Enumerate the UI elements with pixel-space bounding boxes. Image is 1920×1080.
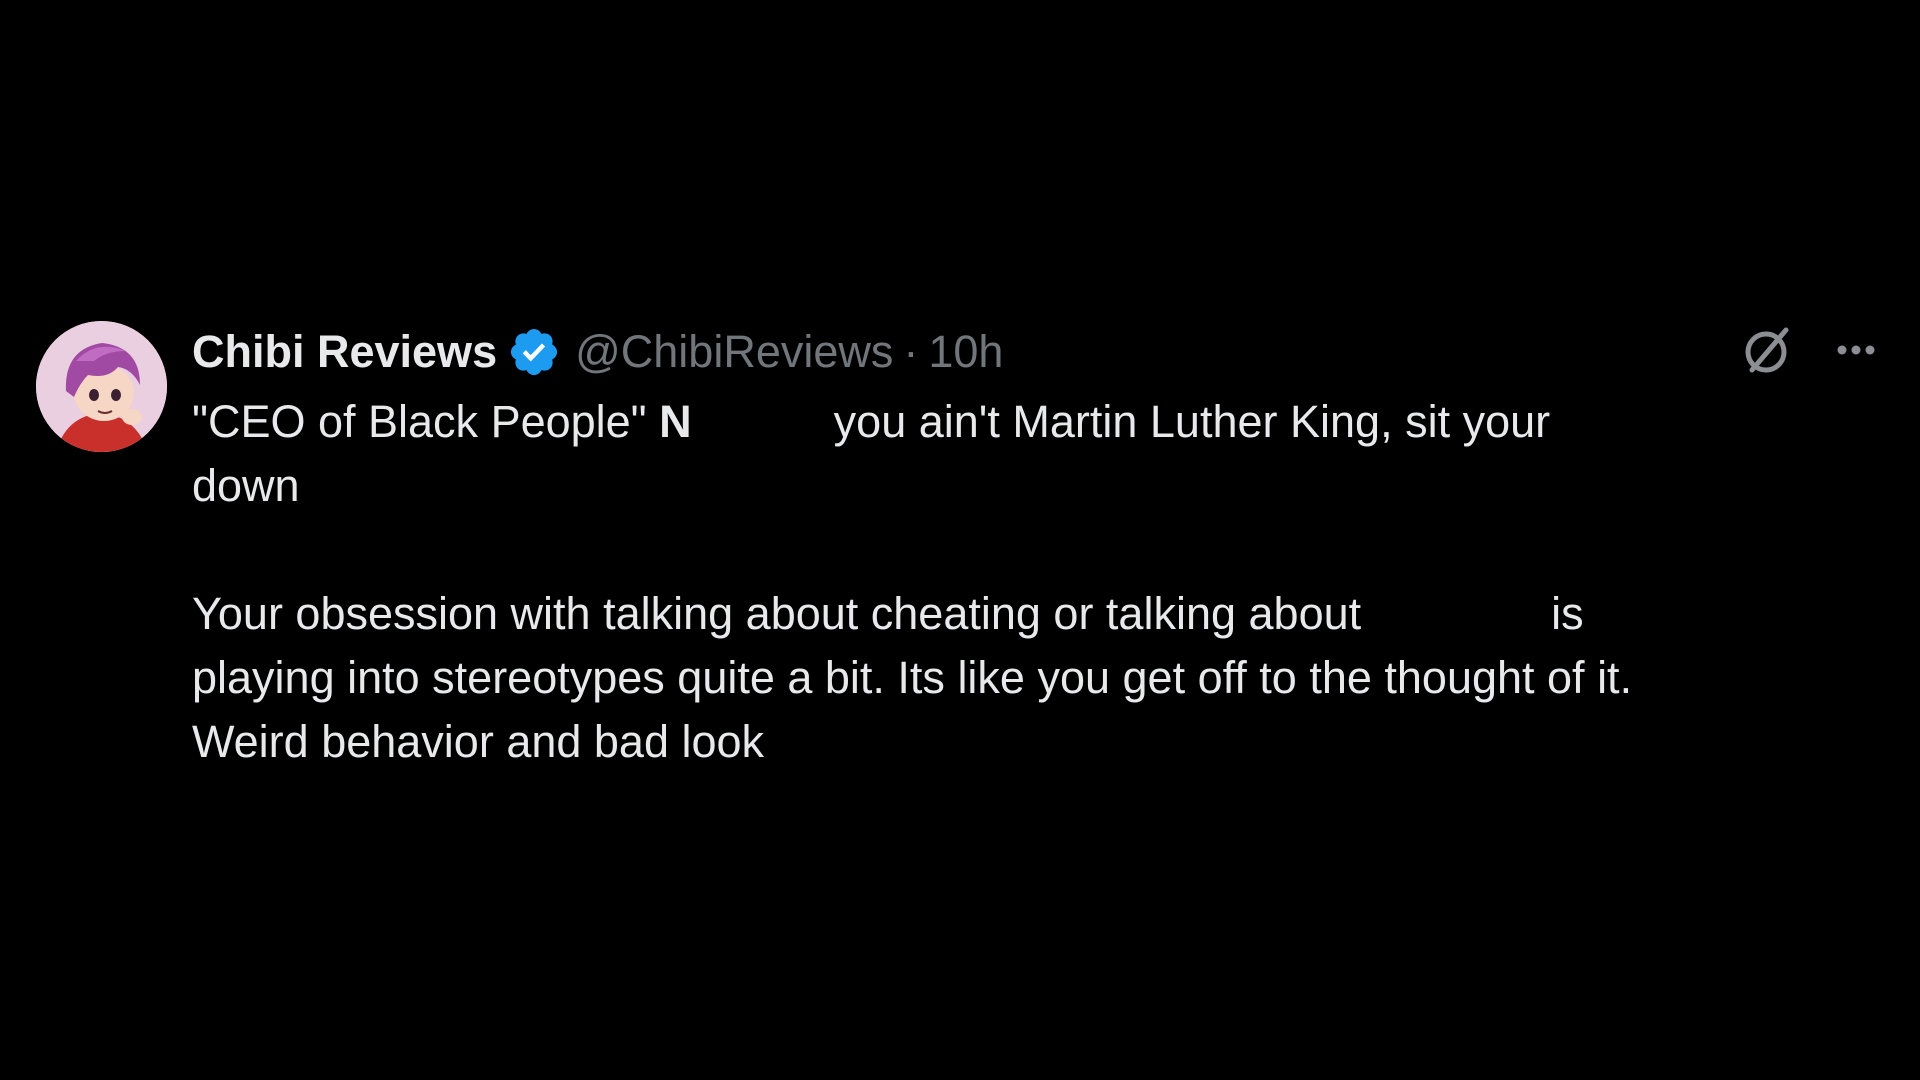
- tweet-text-segment: Your obsession with talking about cheati…: [192, 588, 1362, 639]
- grok-icon[interactable]: [1738, 320, 1798, 380]
- verified-badge-icon: [507, 325, 561, 379]
- separator-dot: ·: [903, 326, 919, 377]
- tweet-text: "CEO of Black People" Nyou ain't Martin …: [192, 390, 1892, 774]
- avatar[interactable]: [36, 321, 167, 452]
- tweet-text-segment: is: [1551, 588, 1584, 639]
- tweet-text-segment: playing into stereotypes quite a bit. It…: [192, 652, 1633, 703]
- tweet-line: Your obsession with talking about cheati…: [192, 582, 1892, 646]
- tweet-text-segment: Weird behavior and bad look: [192, 716, 765, 767]
- avatar-image: [36, 321, 167, 452]
- tweet-line: "CEO of Black People" Nyou ain't Martin …: [192, 390, 1892, 454]
- redaction-block: [691, 397, 834, 454]
- tweet-text-segment: you ain't Martin Luther King, sit your: [833, 396, 1551, 447]
- tweet-line: playing into stereotypes quite a bit. It…: [192, 646, 1892, 710]
- tweet-card[interactable]: Chibi Reviews @ChibiReviews · 10h "CEO o…: [0, 290, 1920, 810]
- tweet-text-segment: down: [192, 460, 300, 511]
- tweet-line: down: [192, 454, 1892, 518]
- tweet-text-segment: "CEO of Black People": [192, 396, 660, 447]
- tweet-header: Chibi Reviews @ChibiReviews · 10h: [192, 326, 1003, 378]
- redaction-block: [1361, 589, 1552, 646]
- timestamp[interactable]: 10h: [928, 326, 1003, 378]
- tweet-line: Weird behavior and bad look: [192, 710, 1892, 774]
- more-options-icon[interactable]: [1826, 320, 1886, 380]
- user-handle[interactable]: @ChibiReviews: [575, 326, 893, 378]
- display-name[interactable]: Chibi Reviews: [192, 326, 497, 378]
- tweet-text-segment: N: [659, 396, 692, 447]
